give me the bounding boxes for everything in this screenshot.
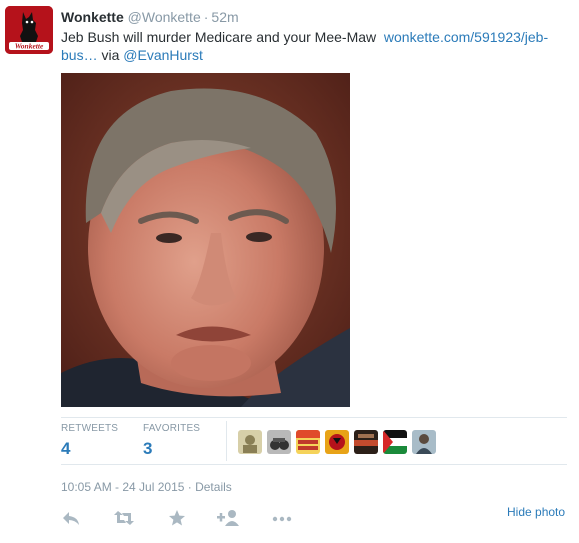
favorite-button[interactable] <box>167 508 189 528</box>
wonkette-avatar[interactable]: Wonkette <box>5 6 53 54</box>
details-link[interactable]: Details <box>195 480 232 494</box>
tweet-text-body: Jeb Bush will murder Medicare and your M… <box>61 29 384 45</box>
reply-button[interactable] <box>61 508 83 528</box>
tweet-text: Jeb Bush will murder Medicare and your M… <box>61 28 571 64</box>
tweet-timestamp: 10:05 AM - 24 Jul 2015 <box>61 480 185 494</box>
more-button[interactable] <box>271 508 293 528</box>
favorites-label: FAVORITES <box>143 423 201 434</box>
star-icon <box>169 510 185 526</box>
favoriter-avatar[interactable] <box>296 430 320 454</box>
more-icon <box>272 516 292 522</box>
retweets-stat[interactable]: RETWEETS 4 <box>61 423 118 459</box>
retweets-label: RETWEETS <box>61 423 119 434</box>
via-handle-link[interactable]: @EvanHurst <box>123 47 203 63</box>
favoriter-avatar[interactable] <box>383 430 407 454</box>
tweet-timestamp-line: 10:05 AM - 24 Jul 2015 · Details <box>61 480 232 494</box>
stats-top-divider <box>61 417 567 418</box>
tweet-header: Wonkette @Wonkette · 52m <box>61 9 239 25</box>
via-text: via <box>97 47 124 63</box>
favoriter-avatar[interactable] <box>412 430 436 454</box>
retweet-icon <box>114 511 134 525</box>
favoriter-avatar[interactable] <box>238 430 262 454</box>
hide-photo-link[interactable]: Hide photo <box>507 505 565 519</box>
favorites-count: 3 <box>143 439 153 458</box>
photo-image <box>61 73 350 407</box>
reply-icon <box>63 512 79 525</box>
favoriter-avatar[interactable] <box>325 430 349 454</box>
tweet-time[interactable]: 52m <box>211 9 238 25</box>
tweet-photo[interactable] <box>61 73 350 407</box>
author-handle[interactable]: @Wonkette <box>128 9 201 25</box>
favoriter-avatar[interactable] <box>267 430 291 454</box>
stats-bottom-divider <box>61 464 567 465</box>
follow-icon <box>217 510 239 526</box>
avatar-logo-text: Wonkette <box>15 42 44 51</box>
timestamp-separator: · <box>184 480 196 494</box>
favorites-stat[interactable]: FAVORITES 3 <box>143 423 200 459</box>
stats-vertical-divider <box>226 421 227 461</box>
follow-button[interactable] <box>216 508 239 528</box>
header-separator: · <box>203 9 209 25</box>
author-name[interactable]: Wonkette <box>61 9 124 25</box>
retweet-button[interactable] <box>113 508 135 528</box>
retweets-count: 4 <box>61 439 71 458</box>
wonkette-logo-icon: Wonkette <box>5 6 53 54</box>
favoriter-avatar[interactable] <box>354 430 378 454</box>
